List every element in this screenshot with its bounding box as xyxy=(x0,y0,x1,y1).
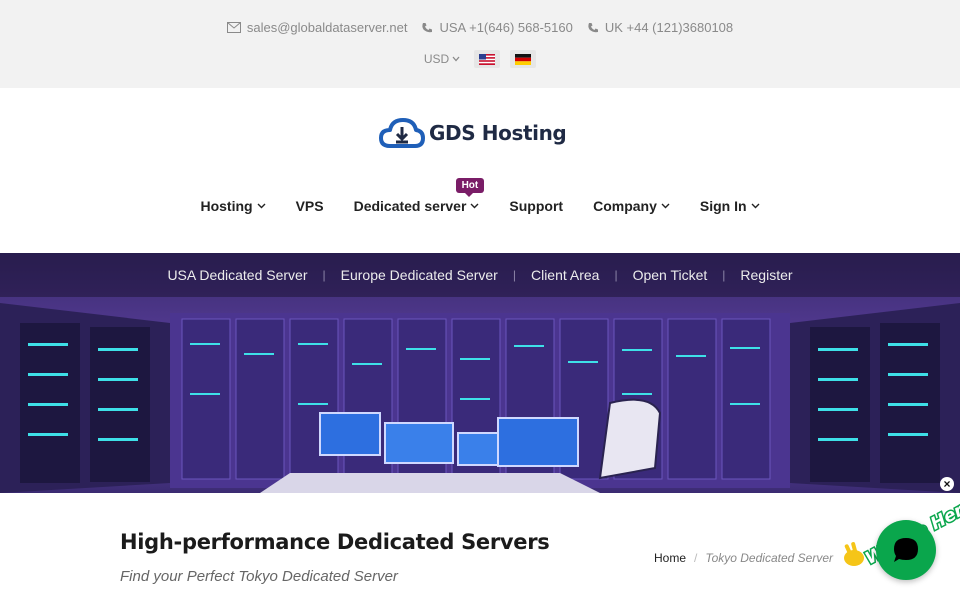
chevron-down-icon xyxy=(257,203,266,209)
subnav-europe-dedicated[interactable]: Europe Dedicated Server xyxy=(326,267,513,283)
nav-item-label: VPS xyxy=(295,198,324,214)
brand-name: GDS Hosting xyxy=(429,121,567,145)
contact-info: sales@globaldataserver.net USA +1(646) 5… xyxy=(0,20,960,35)
uk-phone-contact[interactable]: UK +44 (121)3680108 xyxy=(587,20,733,35)
breadcrumb-current: Tokyo Dedicated Server xyxy=(705,551,833,565)
nav-item-dedicated-server[interactable]: Hot Dedicated server xyxy=(353,178,485,214)
breadcrumb-separator: / xyxy=(694,551,698,565)
subnav-register[interactable]: Register xyxy=(725,267,807,283)
usa-phone-contact[interactable]: USA +1(646) 568-5160 xyxy=(421,20,573,35)
chat-close-button[interactable]: × xyxy=(940,477,954,491)
subnav-usa-dedicated[interactable]: USA Dedicated Server xyxy=(152,267,322,283)
chat-launcher-button[interactable] xyxy=(876,520,936,580)
nav-item-support[interactable]: Support xyxy=(509,198,563,214)
nav-item-sign-in[interactable]: Sign In xyxy=(700,198,760,214)
nav-item-hosting[interactable]: Hosting xyxy=(200,198,266,214)
sub-nav: USA Dedicated Server | Europe Dedicated … xyxy=(0,253,960,297)
breadcrumb-home[interactable]: Home xyxy=(654,551,686,565)
hot-badge: Hot xyxy=(455,178,485,197)
nav-item-label: Hosting xyxy=(200,198,253,214)
phone-icon xyxy=(588,22,598,32)
main-nav: Hosting VPS Hot Dedicated server Support… xyxy=(0,178,960,214)
us-flag-icon xyxy=(479,53,496,65)
waving-hand-icon xyxy=(844,542,864,566)
nav-item-vps[interactable]: VPS xyxy=(296,198,324,214)
chevron-down-icon xyxy=(751,203,760,209)
nav-item-label: Dedicated server xyxy=(353,198,467,214)
nav-item-label: Support xyxy=(509,198,564,214)
currency-label: USD xyxy=(423,52,450,66)
site-logo[interactable]: GDS Hosting xyxy=(378,116,567,150)
email-text[interactable]: sales@globaldataserver.net xyxy=(247,20,408,35)
locale-selector: USD xyxy=(0,50,960,68)
flag-de-button[interactable] xyxy=(510,50,537,68)
nav-item-label: Company xyxy=(593,198,657,214)
chevron-down-icon xyxy=(470,203,479,209)
top-contact-bar: sales@globaldataserver.net USA +1(646) 5… xyxy=(0,0,960,88)
flag-us-button[interactable] xyxy=(474,50,501,68)
phone-icon xyxy=(422,22,433,32)
subnav-client-area[interactable]: Client Area xyxy=(516,267,614,283)
uk-phone-text[interactable]: UK +44 (121)3680108 xyxy=(605,20,733,35)
envelope-icon xyxy=(226,22,241,33)
subnav-open-ticket[interactable]: Open Ticket xyxy=(618,267,723,283)
page-subtitle: Find your Perfect Tokyo Dedicated Server xyxy=(120,568,398,585)
page-title: High-performance Dedicated Servers xyxy=(120,530,550,554)
breadcrumb: Home / Tokyo Dedicated Server xyxy=(654,551,833,565)
nav-item-label: Sign In xyxy=(699,198,747,214)
germany-flag-icon xyxy=(515,53,532,65)
email-contact[interactable]: sales@globaldataserver.net xyxy=(226,20,408,35)
nav-item-company[interactable]: Company xyxy=(593,198,670,214)
cloud-download-icon xyxy=(379,118,425,148)
chat-bubble-icon xyxy=(894,538,918,562)
hero-banner: USA Dedicated Server | Europe Dedicated … xyxy=(0,253,960,493)
currency-dropdown[interactable]: USD xyxy=(424,52,460,66)
chevron-down-icon xyxy=(452,56,460,62)
usa-phone-text[interactable]: USA +1(646) 568-5160 xyxy=(439,20,572,35)
chevron-down-icon xyxy=(661,203,670,209)
